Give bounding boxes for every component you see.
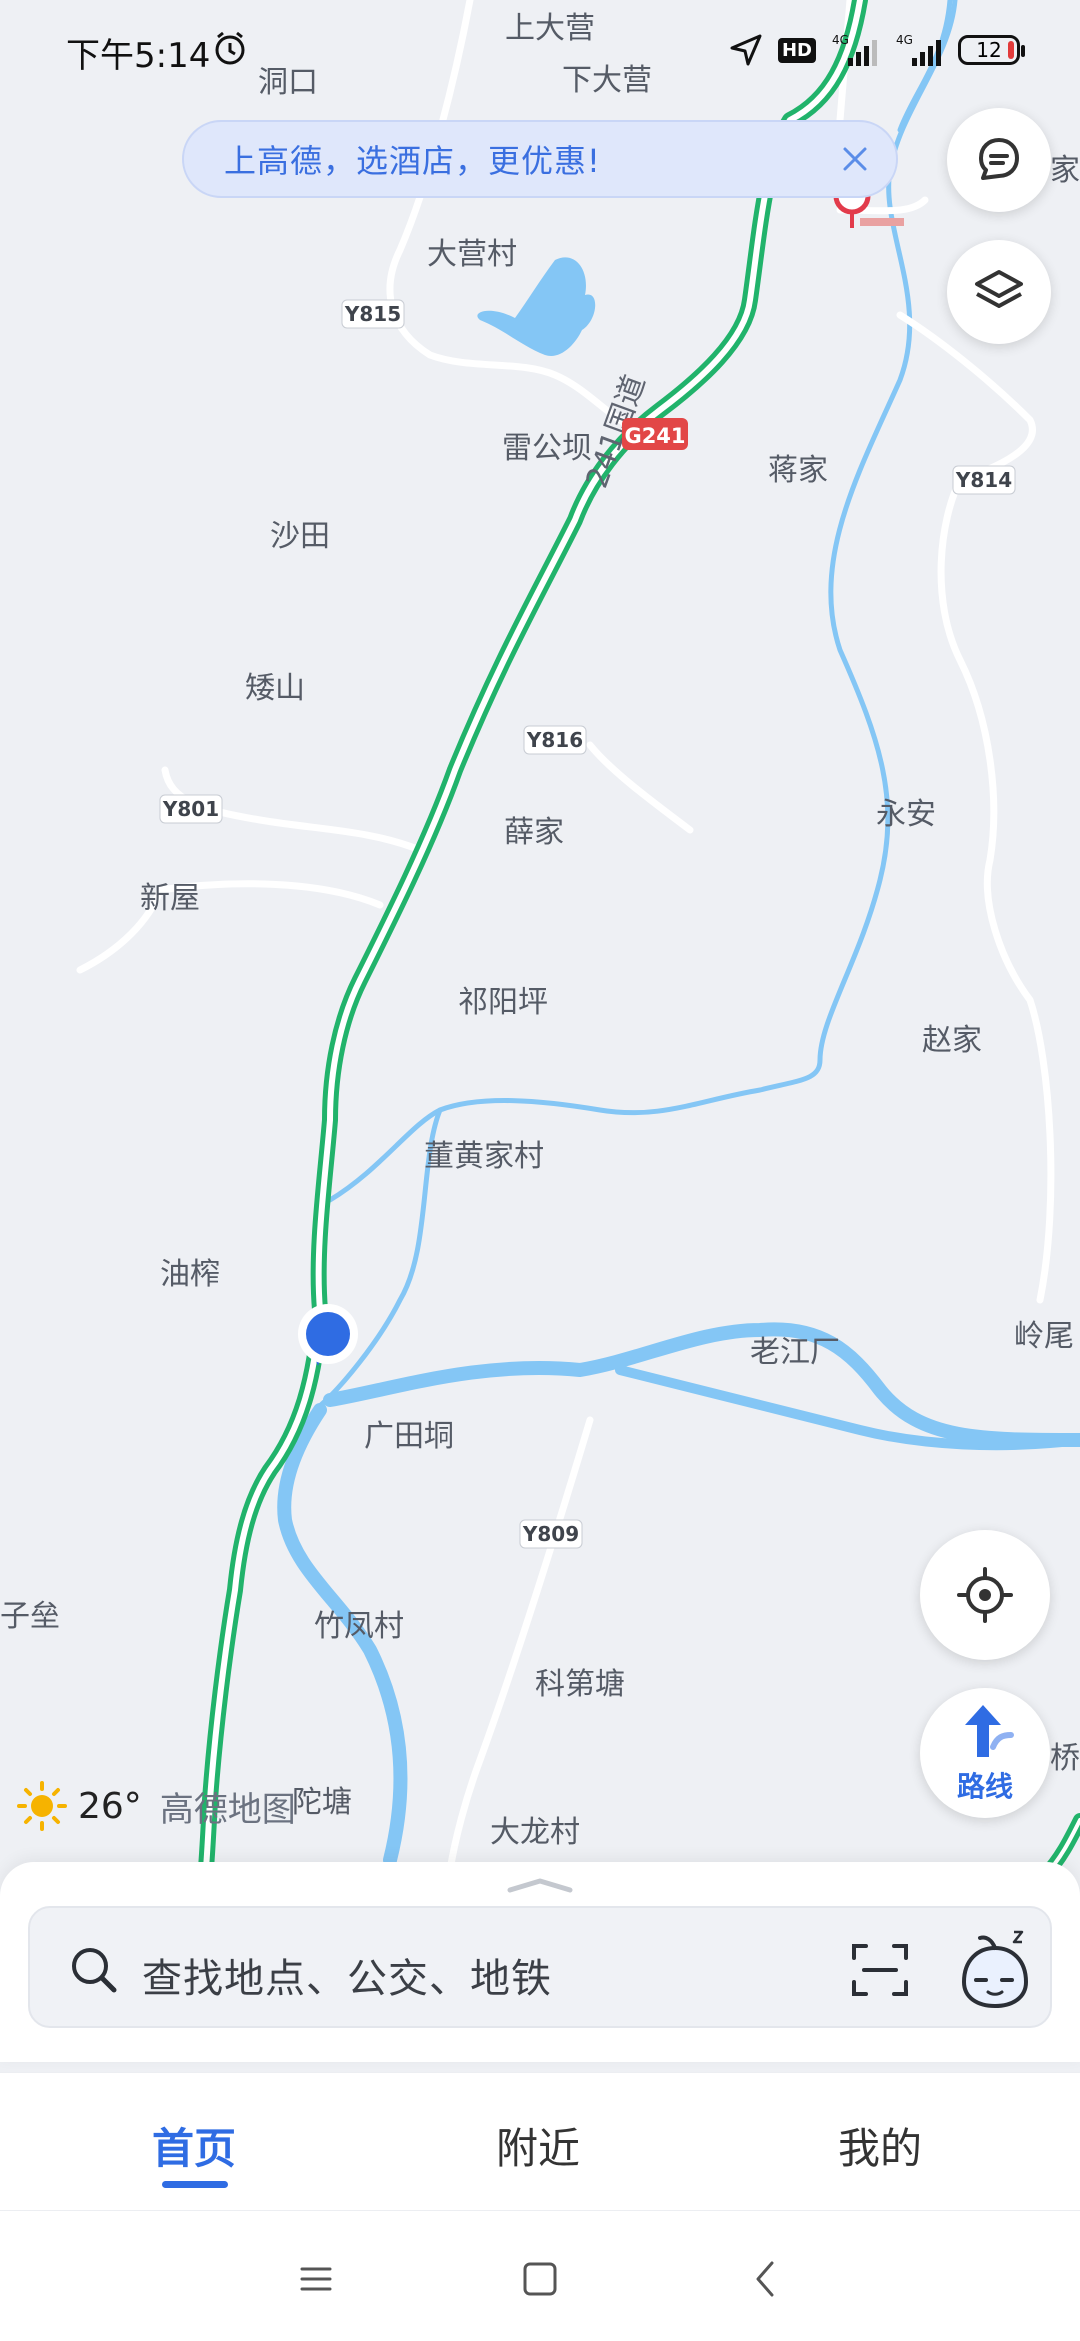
- location-arrow-icon: [730, 34, 762, 66]
- place-label: 赵家: [922, 1023, 982, 1058]
- route-label: 路线: [956, 1770, 1013, 1803]
- place-label: 竹凤村: [314, 1609, 404, 1644]
- search-icon: [72, 1948, 117, 1993]
- voice-assistant-icon[interactable]: [954, 1926, 1036, 2012]
- back-icon[interactable]: [742, 2255, 790, 2303]
- bottom-sheet[interactable]: 查找地点、公交、地铁: [0, 1862, 1080, 2062]
- place-label: 蒋家: [768, 453, 828, 488]
- svg-text:4G: 4G: [832, 33, 849, 47]
- road-badge-y814: Y814: [952, 465, 1016, 495]
- status-time: 下午5:14: [66, 36, 211, 76]
- road-badge-y801: Y801: [159, 794, 223, 824]
- promo-banner[interactable]: 上高德，选酒店，更优惠!: [182, 120, 898, 198]
- promo-text: 上高德，选酒店，更优惠!: [224, 142, 601, 180]
- place-label: 家: [1050, 153, 1080, 188]
- place-label: 老江厂: [750, 1335, 840, 1370]
- tab-nearby[interactable]: 附近: [438, 2115, 638, 2176]
- place-label: 矮山: [245, 671, 305, 706]
- signal-icon-1: 4G: [832, 33, 877, 66]
- place-label: 大龙村: [490, 1815, 580, 1850]
- place-label: 大营村: [427, 237, 517, 272]
- battery-indicator: 12: [958, 35, 1025, 65]
- place-label: 董黄家村: [424, 1139, 544, 1174]
- weather-widget[interactable]: 26° 高德地图: [16, 1780, 296, 1832]
- scan-icon[interactable]: [848, 1938, 912, 2002]
- tab-home[interactable]: 首页: [94, 2115, 294, 2176]
- locate-icon: [957, 1567, 1013, 1623]
- search-input[interactable]: 查找地点、公交、地铁: [142, 1946, 552, 2004]
- svg-text:Y815: Y815: [344, 302, 401, 326]
- tab-bar: 首页 附近 我的: [0, 2072, 1080, 2211]
- system-navigation-bar: [0, 2210, 1080, 2341]
- sun-icon: [17, 1781, 67, 1831]
- place-label: 沙田: [270, 519, 330, 554]
- brand-label: 高德地图: [159, 1789, 296, 1830]
- search-bar[interactable]: 查找地点、公交、地铁: [28, 1906, 1052, 2028]
- battery-level: 12: [976, 38, 1002, 62]
- place-label: 祁阳坪: [458, 985, 548, 1020]
- temperature: 26°: [78, 1785, 142, 1827]
- svg-text:Y816: Y816: [526, 728, 583, 752]
- road-badge-y809: Y809: [519, 1519, 583, 1549]
- sheet-handle-icon[interactable]: [506, 1876, 574, 1894]
- place-label: 桥: [1050, 1741, 1080, 1776]
- road-badge-y815: Y815: [341, 299, 405, 329]
- svg-text:Y801: Y801: [162, 797, 219, 821]
- place-label: 广田垌: [364, 1419, 454, 1454]
- place-label: 薛家: [504, 815, 564, 850]
- tab-active-indicator: [162, 2181, 228, 2188]
- hd-badge: HD: [777, 37, 816, 63]
- map-canvas[interactable]: 241国道 洞口 上大营 下大营 家 大营村 雷公坝 蒋家 沙田 矮山 薛家 永…: [0, 0, 1080, 1880]
- place-label: 永安: [876, 797, 936, 832]
- place-label: 子垒: [0, 1599, 60, 1634]
- place-label: 岭尾: [1014, 1319, 1074, 1354]
- home-icon[interactable]: [516, 2255, 564, 2303]
- route-arrow-icon: [965, 1705, 1014, 1757]
- place-label: 科第塘: [535, 1667, 625, 1702]
- message-icon: [979, 138, 1019, 180]
- place-label: 雷公坝: [502, 431, 592, 466]
- svg-text:G241: G241: [624, 424, 685, 448]
- status-indicators: HD 4G 4G 12: [728, 28, 1025, 72]
- road-badge-g241: G241: [622, 418, 688, 450]
- svg-text:4G: 4G: [896, 33, 913, 47]
- locate-button[interactable]: [920, 1530, 1050, 1660]
- route-button[interactable]: 路线: [920, 1688, 1050, 1818]
- svg-text:Y814: Y814: [955, 468, 1012, 492]
- battery-low-fill: [1008, 41, 1014, 59]
- layers-icon: [975, 270, 1023, 308]
- close-icon: [843, 147, 867, 171]
- place-label: 陀塘: [292, 1785, 352, 1820]
- signal-icon-2: 4G: [896, 33, 941, 66]
- status-bar: 下午5:14 HD 4G 4G 12: [0, 0, 1080, 100]
- road-badge-y816: Y816: [523, 725, 587, 755]
- message-button[interactable]: [947, 108, 1051, 212]
- menu-icon[interactable]: [292, 2255, 340, 2303]
- place-label: 新屋: [140, 881, 200, 916]
- alarm-icon: [215, 31, 245, 65]
- place-label: 油榨: [160, 1257, 220, 1292]
- promo-close-button[interactable]: [830, 134, 880, 184]
- svg-text:Y809: Y809: [522, 1522, 579, 1546]
- layers-button[interactable]: [947, 240, 1051, 344]
- tab-mine[interactable]: 我的: [780, 2115, 980, 2176]
